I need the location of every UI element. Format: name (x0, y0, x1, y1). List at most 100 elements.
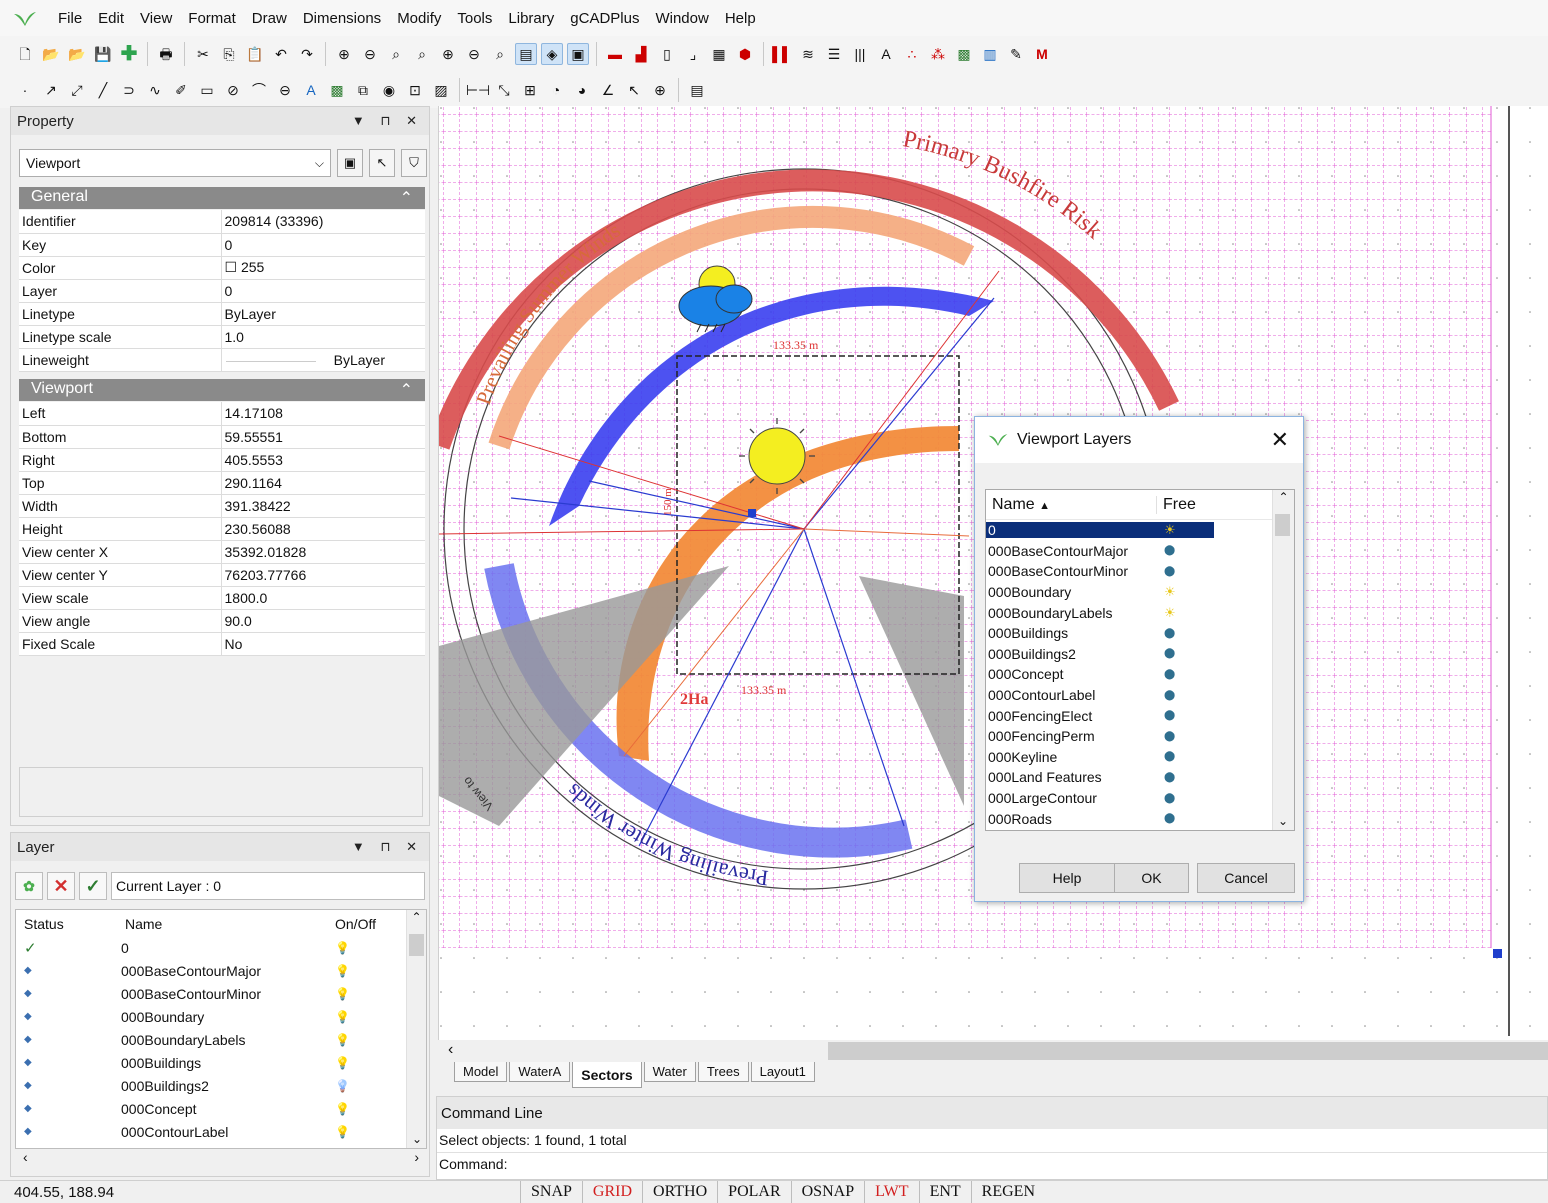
menu-item-modify[interactable]: Modify (389, 0, 449, 38)
leader-icon[interactable]: ↖ (623, 79, 645, 101)
status-osnap-toggle[interactable]: OSNAP (790, 1181, 864, 1203)
layer-row[interactable]: ◆ 000Buildings2 💡 (16, 1074, 426, 1097)
property-row[interactable]: Key 0 (19, 233, 425, 257)
property-row[interactable]: Fixed Scale No (19, 632, 425, 656)
zoom-realtime-icon[interactable]: ⌕ (411, 43, 433, 65)
close-icon[interactable]: ✕ (1271, 427, 1289, 453)
property-value[interactable]: 405.5553 (221, 448, 425, 472)
layer-list[interactable]: Status Name On/Off ✓ 0 💡 ◆ 000BaseContourMaj… (15, 909, 427, 1149)
dim-aligned-icon[interactable]: ⤡ (493, 79, 515, 101)
arc-icon[interactable]: ⌒ (248, 79, 270, 101)
tab-water[interactable]: Water (643, 1062, 696, 1082)
property-value[interactable]: 290.1164 (221, 471, 425, 495)
point-icon[interactable]: · (14, 79, 36, 101)
general-section-header[interactable]: General ⌃ (19, 187, 425, 209)
dim-style-icon[interactable]: ▤ (686, 79, 708, 101)
freeze-state-icon[interactable]: ⬤ (1156, 751, 1214, 762)
layer-stack-icon[interactable]: ≋ (797, 43, 819, 65)
ray-icon[interactable]: ↗ (40, 79, 62, 101)
tab-sectors[interactable]: Sectors (572, 1062, 642, 1088)
new-layer-button[interactable]: ✿ (15, 872, 43, 900)
ml-icon[interactable]: M (1031, 43, 1053, 65)
property-value[interactable]: ByLayer (221, 348, 425, 372)
model-space-icon[interactable]: ▤ (515, 43, 537, 65)
property-row[interactable]: Width 391.38422 (19, 494, 425, 518)
columns-icon[interactable]: ||| (849, 43, 871, 65)
layer-row[interactable]: ◆ 000BaseContourMinor 💡 (16, 982, 426, 1005)
layout-icon[interactable]: ▥ (979, 43, 1001, 65)
zoom-out-icon[interactable]: ⊖ (359, 43, 381, 65)
property-row[interactable]: View angle 90.0 (19, 609, 425, 633)
layer-props-icon[interactable]: ▟ (630, 43, 652, 65)
hatch-fill-icon[interactable]: ▨ (430, 79, 452, 101)
viewport-layer-row[interactable]: 0 ☀ (986, 520, 1294, 541)
lightbulb-icon[interactable]: 💡 (331, 1079, 401, 1093)
zoom-previous-icon[interactable]: ⌕ (489, 43, 511, 65)
new-file-icon[interactable]: 🗋 (14, 43, 36, 65)
text-icon[interactable]: A (300, 79, 322, 101)
panel-controls[interactable]: ▼ ⊓ ✕ (352, 113, 423, 129)
property-row[interactable]: Layer 0 (19, 279, 425, 303)
sketch-icon[interactable]: ✐ (170, 79, 192, 101)
property-value[interactable]: 14.17108 (221, 402, 425, 426)
property-row[interactable]: Right 405.5553 (19, 448, 425, 472)
print-icon[interactable]: 🖶 (155, 43, 177, 65)
selection-grip[interactable] (748, 509, 756, 517)
property-row[interactable]: Left 14.17108 (19, 402, 425, 426)
insert-block-icon[interactable]: ⧉ (352, 79, 374, 101)
property-row[interactable]: View center X 35392.01828 (19, 540, 425, 564)
freeze-state-icon[interactable]: ⬤ (1156, 813, 1214, 824)
property-value[interactable]: ☐ 255 (221, 256, 425, 280)
tab-trees[interactable]: Trees (697, 1062, 749, 1082)
corner-icon[interactable]: ⌟ (682, 43, 704, 65)
status-snap-toggle[interactable]: SNAP (520, 1181, 582, 1203)
viewport-grip[interactable] (1493, 949, 1502, 958)
layers-icon[interactable]: ◈ (541, 43, 563, 65)
pen-icon[interactable]: ✎ (1005, 43, 1027, 65)
property-row[interactable]: Linetype ByLayer (19, 302, 425, 326)
menu-item-help[interactable]: Help (717, 0, 764, 38)
layer-row[interactable]: ◆ 000Boundary 💡 (16, 1005, 426, 1028)
freeze-state-icon[interactable]: ⬤ (1156, 545, 1214, 556)
viewport-layer-row[interactable]: 000FencingPerm ⬤ (986, 726, 1294, 747)
status-ortho-toggle[interactable]: ORTHO (642, 1181, 717, 1203)
freeze-state-icon[interactable]: ⬤ (1156, 690, 1214, 701)
lightbulb-icon[interactable]: 💡 (331, 987, 401, 1001)
property-value[interactable]: 59.55551 (221, 425, 425, 449)
property-value[interactable]: 90.0 (221, 609, 425, 633)
lightbulb-icon[interactable]: 💡 (331, 1056, 401, 1070)
copy-icon[interactable]: ⎘ (218, 43, 240, 65)
viewport-layer-row[interactable]: 000Buildings ⬤ (986, 623, 1294, 644)
property-value[interactable]: 0 (221, 233, 425, 257)
menu-item-edit[interactable]: Edit (90, 0, 132, 38)
region-icon[interactable]: ⊡ (404, 79, 426, 101)
layer-hscrollbar[interactable]: ‹ › (15, 1149, 427, 1169)
status-grid-toggle[interactable]: GRID (581, 1181, 642, 1203)
status-ent-toggle[interactable]: ENT (918, 1181, 971, 1203)
canvas-hscrollbar[interactable]: ‹ (438, 1040, 1548, 1062)
select-objects-button[interactable]: ↖ (369, 149, 395, 177)
tab-watera[interactable]: WaterA (509, 1062, 571, 1082)
status-lwt-toggle[interactable]: LWT (864, 1181, 918, 1203)
freeze-state-icon[interactable]: ⬤ (1156, 710, 1214, 721)
redo-icon[interactable]: ↷ (296, 43, 318, 65)
property-value[interactable]: 76203.77766 (221, 563, 425, 587)
menu-item-window[interactable]: Window (647, 0, 716, 38)
freeze-state-icon[interactable]: ⬤ (1156, 731, 1214, 742)
image-icon[interactable]: ▩ (953, 43, 975, 65)
viewport-layer-list[interactable]: Name ▲ Free 0 ☀ 000BaseContourMajor ⬤ 000Bas… (985, 489, 1295, 831)
hatch-icon[interactable]: ☰ (823, 43, 845, 65)
property-value[interactable]: 230.56088 (221, 517, 425, 541)
block-icon[interactable]: ⁂ (927, 43, 949, 65)
sun-freeze-icon[interactable]: ☀ (1156, 522, 1214, 539)
dim-linear-icon[interactable]: ⊢⊣ (466, 79, 490, 101)
lightbulb-icon[interactable]: 💡 (331, 1033, 401, 1047)
color-bars-icon[interactable]: ▌▌ (771, 43, 793, 65)
viewport-layer-row[interactable]: 000Roads ⬤ (986, 808, 1294, 829)
zoom-window-icon[interactable]: ⌕ (385, 43, 407, 65)
freeze-state-icon[interactable]: ⬤ (1156, 772, 1214, 783)
layer-row[interactable]: ✓ 0 💡 (16, 936, 426, 959)
rectangle-icon[interactable]: ▭ (196, 79, 218, 101)
solid-icon[interactable]: ◉ (378, 79, 400, 101)
set-current-button[interactable]: ✓ (79, 872, 107, 900)
